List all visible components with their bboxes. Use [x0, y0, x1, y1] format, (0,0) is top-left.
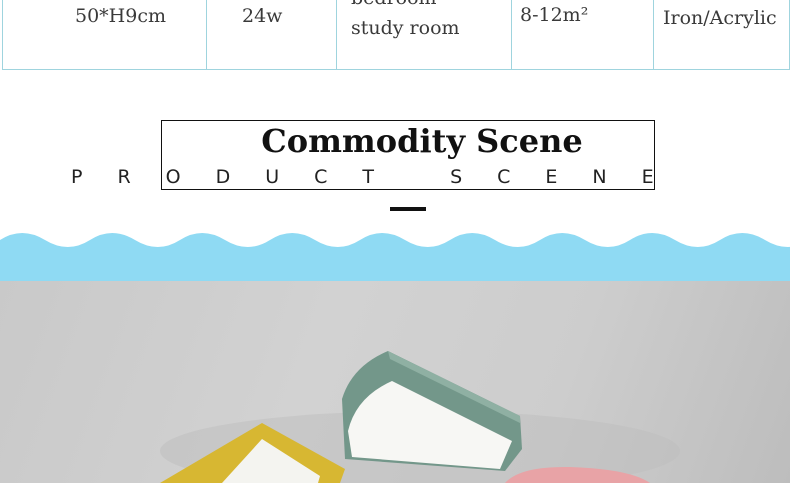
spec-cell-power: 24w — [207, 0, 337, 69]
spec-cell-room: bedroom study room — [337, 0, 512, 69]
wave-band — [0, 233, 790, 282]
product-photo — [0, 281, 790, 483]
spec-cell-material: Iron/Acrylic — [654, 0, 789, 69]
section-subtitle: PRODUCT SCENE — [71, 166, 689, 188]
spec-material: Iron/Acrylic — [663, 7, 777, 29]
section-title: Commodity Scene — [261, 122, 583, 160]
ceiling-lamp-image — [160, 351, 680, 483]
spec-cell-area: 8-12m² — [512, 0, 654, 69]
wave-shape — [0, 233, 790, 282]
spec-table: 50*H9cm 24w bedroom study room 8-12m² Ir… — [2, 0, 790, 70]
section-divider — [390, 207, 426, 211]
spec-cell-size: 50*H9cm — [3, 0, 207, 69]
spec-power: 24w — [242, 5, 283, 27]
spec-room-line1: bedroom — [351, 0, 437, 10]
spec-room-line2: study room — [351, 17, 460, 39]
spec-area: 8-12m² — [520, 4, 589, 26]
spec-size: 50*H9cm — [75, 5, 166, 27]
